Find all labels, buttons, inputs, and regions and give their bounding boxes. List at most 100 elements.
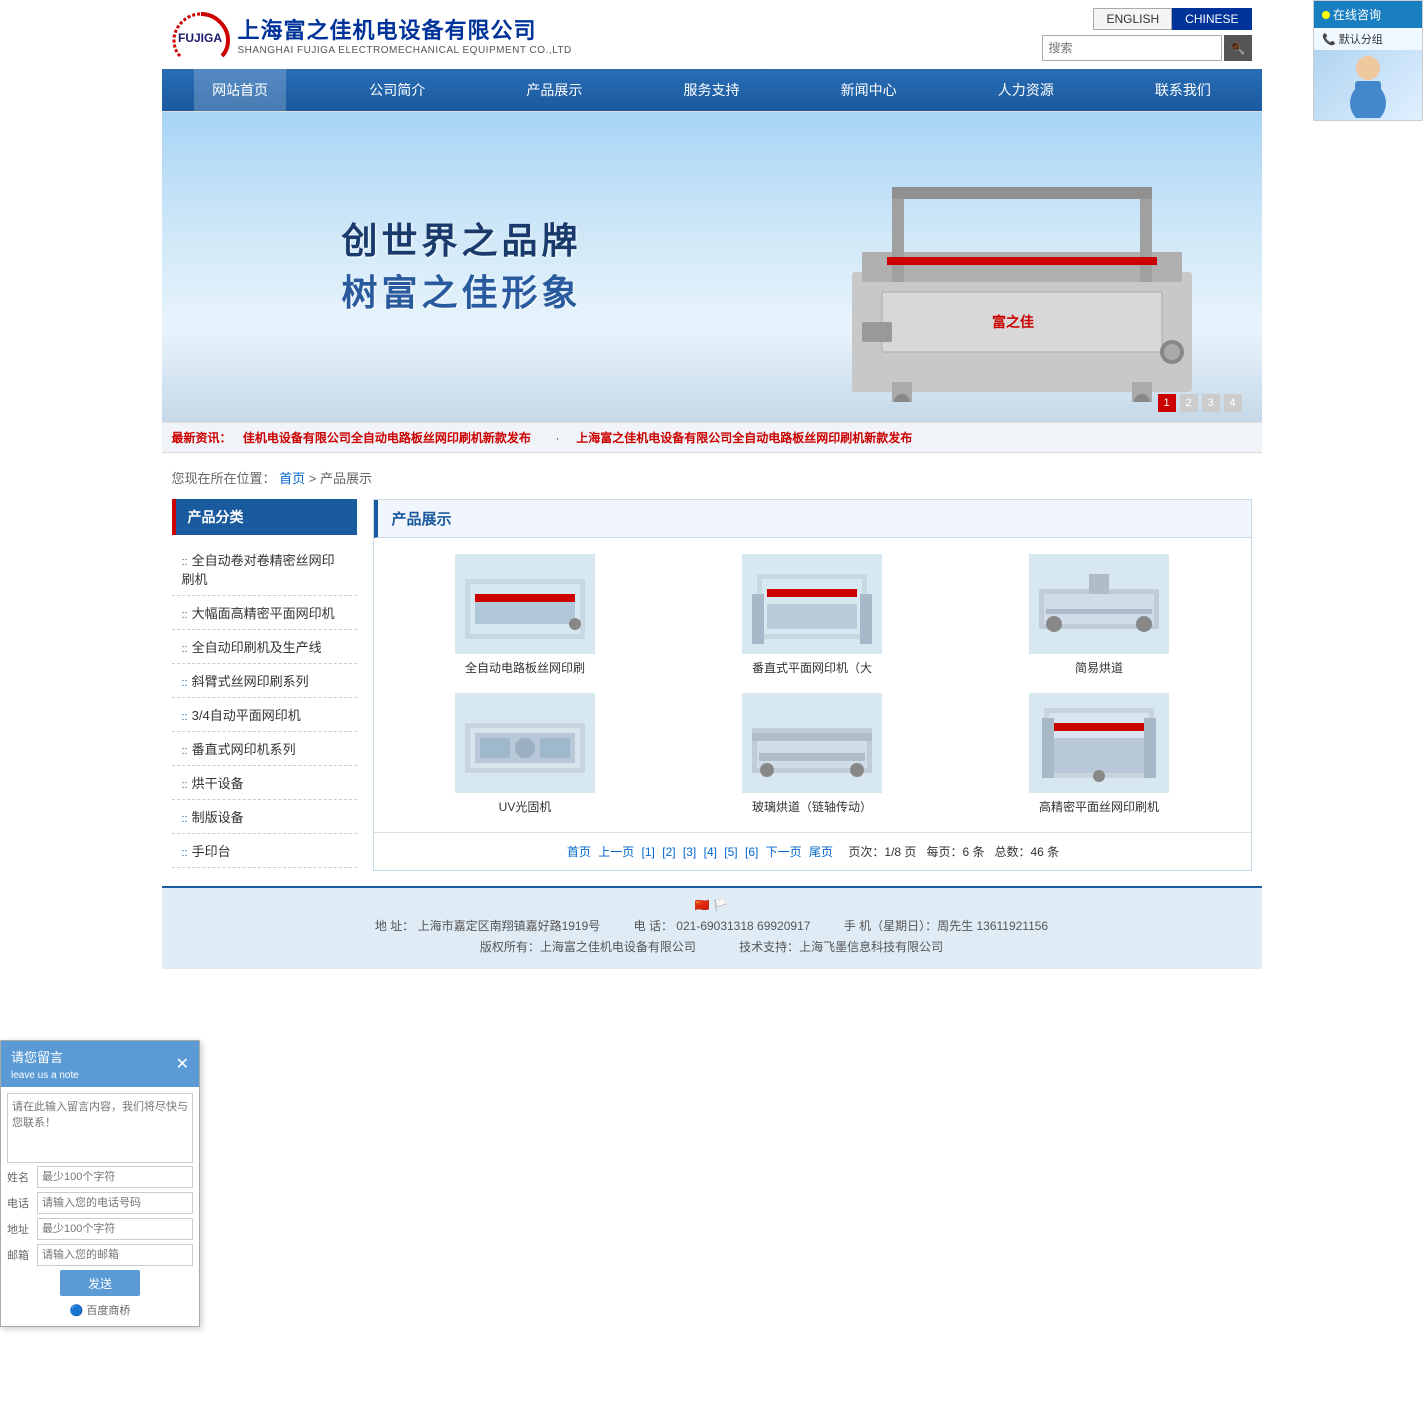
page-2[interactable]: [2] — [662, 845, 675, 859]
sidebar-item-3[interactable]: 斜臂式丝网印刷系列 — [172, 664, 357, 698]
sidebar-item-0[interactable]: 全自动卷对卷精密丝网印刷机 — [172, 543, 357, 596]
product-card-2[interactable]: 简易烘道 — [964, 554, 1235, 677]
footer: 🇨🇳 🏳️ 地 址： 上海市嘉定区南翔镇嘉好路1919号 电 话： 021-69… — [162, 886, 1262, 969]
product-area: 产品展示 全自动电路板丝网印刷 — [373, 499, 1252, 871]
nav-home[interactable]: 网站首页 — [194, 69, 286, 111]
news-ticker-item1[interactable]: 佳机电设备有限公司全自动电路板丝网印刷机新款发布 — [243, 431, 531, 445]
page-prev[interactable]: 上一页 — [598, 845, 634, 859]
product-card-0[interactable]: 全自动电路板丝网印刷 — [390, 554, 661, 677]
nav-service[interactable]: 服务支持 — [665, 69, 757, 111]
consult-widget: 在线咨询 📞 默认分组 — [1313, 0, 1423, 121]
msg-email-input[interactable] — [37, 1244, 193, 1266]
msg-name-field: 姓名 — [7, 1166, 193, 1188]
msg-baidu-icon: 🔵 — [70, 1305, 84, 1317]
product-card-5[interactable]: 高精密平面丝网印刷机 — [964, 693, 1235, 816]
consult-label: 在线咨询 — [1333, 6, 1381, 23]
search-button[interactable] — [1224, 35, 1252, 61]
msg-address-input[interactable] — [37, 1218, 193, 1240]
footer-stats-flag: 🏳️ — [713, 898, 728, 912]
nav-products[interactable]: 产品展示 — [508, 69, 600, 111]
consult-phone-icon: 📞 — [1322, 34, 1336, 46]
main-content: 您现在所在位置： 首页 > 产品展示 产品分类 全自动卷对卷精密丝网印刷机 大幅… — [162, 453, 1262, 886]
sidebar-item-4[interactable]: 3/4自动平面网印机 — [172, 698, 357, 732]
msg-address-label: 地址 — [7, 1221, 37, 1237]
msg-address-field: 地址 — [7, 1218, 193, 1240]
svg-text:富之佳: 富之佳 — [992, 314, 1034, 330]
logo-text: 上海富之佳机电设备有限公司 SHANGHAI FUJIGA ELECTROMEC… — [238, 13, 572, 56]
consult-header: 在线咨询 — [1314, 1, 1422, 28]
footer-phone-value: 021-69031318 69920917 — [676, 919, 810, 933]
breadcrumb-label: 您现在所在位置： — [172, 471, 276, 486]
nav-contact[interactable]: 联系我们 — [1137, 69, 1229, 111]
sidebar-item-7[interactable]: 制版设备 — [172, 800, 357, 834]
page-3[interactable]: [3] — [683, 845, 696, 859]
product-img-1 — [742, 554, 882, 654]
logo-company-cn: 上海富之佳机电设备有限公司 — [238, 13, 572, 45]
sidebar-item-5[interactable]: 番直式网印机系列 — [172, 732, 357, 766]
header-right: ENGLISH CHINESE — [1042, 8, 1252, 61]
footer-stats: 🇨🇳 🏳️ — [172, 898, 1252, 912]
news-ticker-label: 最新资讯： — [172, 431, 232, 445]
leave-message-widget: 请您留言 leave us a note ✕ 姓名 电话 地址 邮箱 发送 🔵 … — [0, 1040, 200, 1327]
nav-news[interactable]: 新闻中心 — [823, 69, 915, 111]
breadcrumb-home[interactable]: 首页 — [279, 471, 305, 486]
consult-avatar — [1314, 50, 1422, 120]
banner-indicator-4[interactable]: 4 — [1224, 394, 1242, 412]
leave-msg-header: 请您留言 leave us a note ✕ — [1, 1041, 199, 1087]
banner-indicator-1[interactable]: 1 — [1158, 394, 1176, 412]
product-name-1: 番直式平面网印机（大 — [677, 660, 948, 677]
leave-msg-close-button[interactable]: ✕ — [176, 1054, 189, 1074]
product-card-4[interactable]: 玻璃烘道（链轴传动） — [677, 693, 948, 816]
product-pagination: 首页 上一页 [1] [2] [3] [4] [5] [6] 下一页 尾页 页次… — [374, 832, 1251, 870]
header-top: FUJIGA 上海富之佳机电设备有限公司 SHANGHAI FUJIGA ELE… — [162, 0, 1262, 69]
msg-baidu-label: 百度商桥 — [86, 1305, 130, 1317]
msg-name-label: 姓名 — [7, 1169, 37, 1185]
english-lang-btn[interactable]: ENGLISH — [1093, 8, 1172, 30]
sidebar-item-6[interactable]: 烘干设备 — [172, 766, 357, 800]
page-5[interactable]: [5] — [724, 845, 737, 859]
logo-icon: FUJIGA — [172, 10, 230, 60]
sidebar-item-8[interactable]: 手印台 — [172, 834, 357, 868]
content-area: 产品分类 全自动卷对卷精密丝网印刷机 大幅面高精密平面网印机 全自动印刷机及生产… — [172, 499, 1252, 871]
page-4[interactable]: [4] — [704, 845, 717, 859]
banner-slogan-line1: 创世界之品牌 — [342, 212, 582, 264]
breadcrumb-current: 产品展示 — [320, 471, 372, 486]
msg-name-input[interactable] — [37, 1166, 193, 1188]
language-bar: ENGLISH CHINESE — [1093, 8, 1251, 30]
msg-phone-input[interactable] — [37, 1192, 193, 1214]
msg-send-button[interactable]: 发送 — [60, 1270, 140, 1296]
sidebar-item-1[interactable]: 大幅面高精密平面网印机 — [172, 596, 357, 630]
product-img-2 — [1029, 554, 1169, 654]
search-bar — [1042, 35, 1252, 61]
footer-copyright: 版权所有：上海富之佳机电设备有限公司 — [480, 940, 696, 954]
page-total: 总数：46 条 — [994, 845, 1059, 859]
product-card-1[interactable]: 番直式平面网印机（大 — [677, 554, 948, 677]
page-next[interactable]: 下一页 — [766, 845, 802, 859]
page-6[interactable]: [6] — [745, 845, 758, 859]
news-ticker-item2[interactable]: 上海富之佳机电设备有限公司全自动电路板丝网印刷机新款发布 — [576, 431, 912, 445]
chinese-lang-btn[interactable]: CHINESE — [1172, 8, 1251, 30]
news-ticker: 最新资讯： 佳机电设备有限公司全自动电路板丝网印刷机新款发布 · 上海富之佳机电… — [162, 422, 1262, 453]
search-input[interactable] — [1042, 35, 1222, 61]
product-card-3[interactable]: UV光固机 — [390, 693, 661, 816]
page-1[interactable]: [1] — [642, 845, 655, 859]
msg-email-label: 邮箱 — [7, 1247, 37, 1263]
banner-indicators: 1 2 3 4 — [1158, 394, 1242, 412]
leave-msg-textarea[interactable] — [7, 1093, 193, 1163]
sidebar-item-2[interactable]: 全自动印刷机及生产线 — [172, 630, 357, 664]
breadcrumb-sep: > — [309, 471, 320, 486]
banner: 创世界之品牌 树富之佳形象 富之佳 — [162, 112, 1262, 422]
sidebar-title: 产品分类 — [172, 499, 357, 535]
banner-indicator-3[interactable]: 3 — [1202, 394, 1220, 412]
nav-about[interactable]: 公司简介 — [351, 69, 443, 111]
footer-mobile-label: 手 机（星期日）：周先生 — [844, 919, 973, 933]
nav-hr[interactable]: 人力资源 — [980, 69, 1072, 111]
page-last[interactable]: 尾页 — [809, 845, 833, 859]
product-img-5 — [1029, 693, 1169, 793]
banner-indicator-2[interactable]: 2 — [1180, 394, 1198, 412]
page-first[interactable]: 首页 — [567, 845, 591, 859]
logo-company-en: SHANGHAI FUJIGA ELECTROMECHANICAL EQUIPM… — [238, 45, 572, 56]
leave-msg-title-en: leave us a note — [11, 1070, 79, 1081]
product-name-2: 简易烘道 — [964, 660, 1235, 677]
consult-dot — [1322, 11, 1330, 19]
